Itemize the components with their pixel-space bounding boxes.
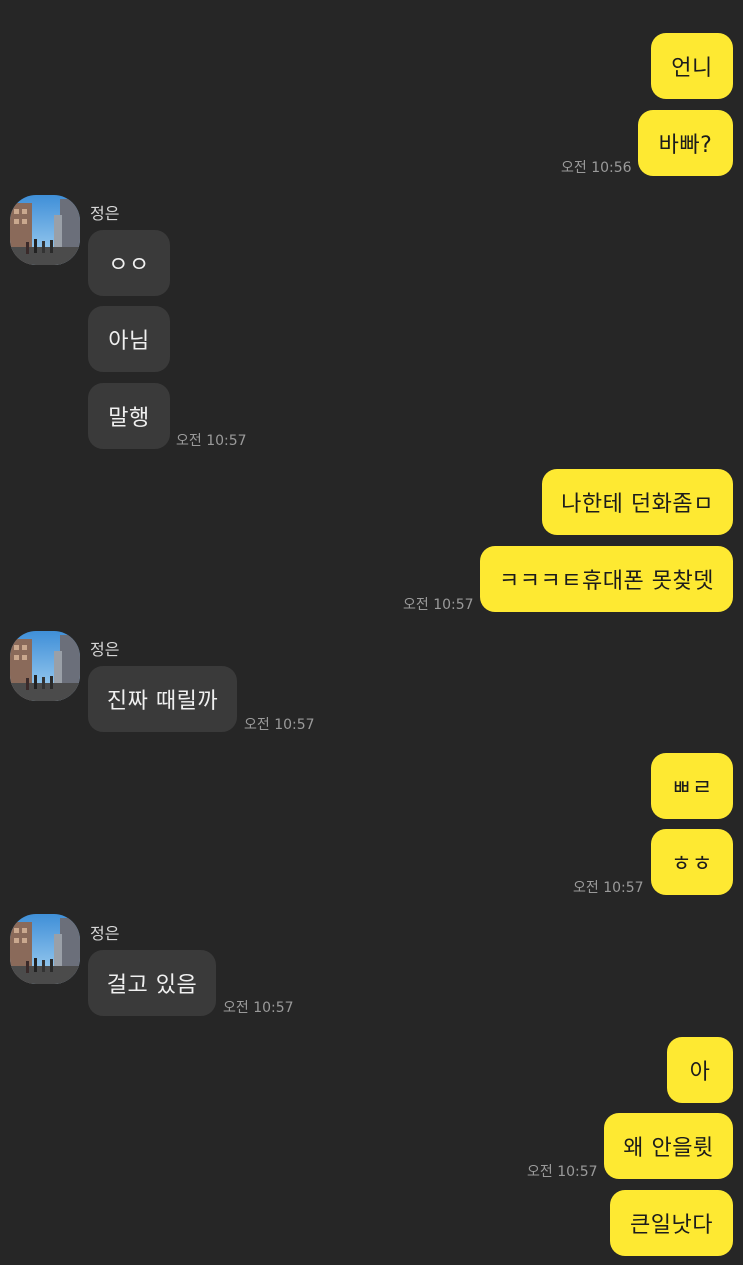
their-message-bubble[interactable]: 걸고 있음 [88, 950, 216, 1016]
my-message-bubble[interactable]: 왜 안을륏 [604, 1113, 733, 1179]
their-message-bubble[interactable]: 말행 [88, 383, 170, 449]
message-timestamp: 오전 10:56 [561, 160, 632, 176]
message-timestamp: 오전 10:57 [403, 597, 474, 613]
their-message-bubble[interactable]: 아님 [88, 306, 170, 372]
profile-photo-street-icon [10, 631, 80, 701]
sender-name: 정은 [90, 640, 120, 659]
my-message-bubble[interactable]: 언니 [651, 33, 733, 99]
my-message-bubble[interactable]: 큰일낫다 [610, 1190, 733, 1256]
profile-photo-street-icon [10, 195, 80, 265]
avatar[interactable] [10, 631, 80, 701]
message-timestamp: 오전 10:57 [176, 433, 247, 449]
my-message-bubble[interactable]: ㅋㅋㅋㅌ휴대폰 못찾뎃 [480, 546, 733, 612]
chat-message-list[interactable]: 언니 바빠? 오전 10:56 정은 ㅇㅇ 아님 말행 오전 10:57 나한테… [0, 0, 743, 1265]
sender-name: 정은 [90, 204, 120, 223]
avatar[interactable] [10, 195, 80, 265]
their-message-bubble[interactable]: 진짜 때릴까 [88, 666, 237, 732]
profile-photo-street-icon [10, 914, 80, 984]
message-timestamp: 오전 10:57 [223, 1000, 294, 1016]
my-message-bubble[interactable]: 아 [667, 1037, 733, 1103]
my-message-bubble[interactable]: 나한테 던화좀ㅁ [542, 469, 733, 535]
my-message-bubble[interactable]: ㅃㄹ [651, 753, 733, 819]
avatar[interactable] [10, 914, 80, 984]
my-message-bubble[interactable]: ㅎㅎ [651, 829, 733, 895]
their-message-bubble[interactable]: ㅇㅇ [88, 230, 170, 296]
my-message-bubble[interactable]: 바빠? [638, 110, 733, 176]
message-timestamp: 오전 10:57 [527, 1164, 598, 1180]
message-timestamp: 오전 10:57 [244, 717, 315, 733]
sender-name: 정은 [90, 924, 120, 943]
message-timestamp: 오전 10:57 [573, 880, 644, 896]
